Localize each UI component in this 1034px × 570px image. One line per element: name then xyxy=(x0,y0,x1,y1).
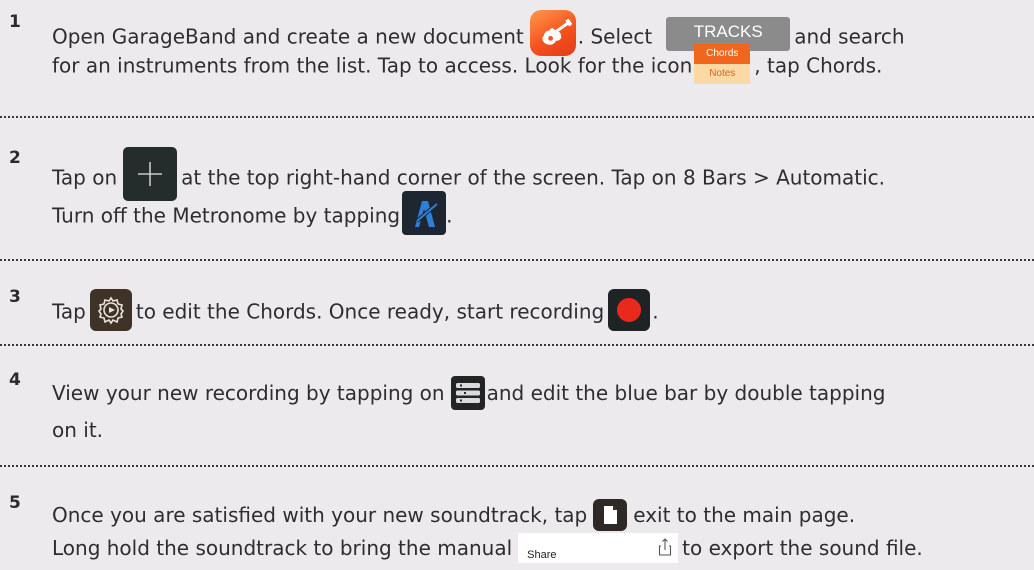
step-text: . xyxy=(652,299,659,324)
step-text: exit to the main page. xyxy=(633,503,856,527)
step-text: Long hold the soundtrack to bring the ma… xyxy=(52,536,513,560)
plus-icon[interactable] xyxy=(123,147,178,201)
step-text: View your new recording by tapping on xyxy=(52,381,445,405)
metronome-icon[interactable] xyxy=(402,191,447,235)
share-label: Share xyxy=(527,548,557,561)
divider xyxy=(0,465,1034,467)
step-text: . xyxy=(446,203,453,228)
step-5-line-1: Once you are satisfied with your new sou… xyxy=(52,498,856,531)
step-4-line-2: on it. xyxy=(52,415,103,445)
step-text: Turn off the Metronome by tapping xyxy=(52,203,401,228)
divider xyxy=(0,344,1034,346)
gear-icon[interactable] xyxy=(89,289,132,331)
share-icon xyxy=(659,537,672,556)
step-number: 3 xyxy=(9,287,21,307)
notes-segment[interactable]: Notes xyxy=(694,64,751,84)
step-text: and edit the blue bar by double tapping xyxy=(486,381,886,405)
share-menu-item[interactable]: Share xyxy=(518,532,679,563)
divider xyxy=(0,259,1034,261)
step-text: Open GarageBand and create a new documen… xyxy=(52,24,524,49)
step-text: at the top right-hand corner of the scre… xyxy=(181,165,886,190)
step-text: for an instruments from the list. Tap to… xyxy=(52,53,693,78)
step-text: on it. xyxy=(52,418,104,442)
step-number: 2 xyxy=(9,148,21,168)
record-icon[interactable] xyxy=(608,289,651,331)
step-text: and search xyxy=(794,24,905,49)
step-3-line-1: Tap to edit the Chords. Once ready, star… xyxy=(52,289,659,331)
step-text: . Select xyxy=(577,24,653,49)
chords-segment[interactable]: Chords xyxy=(694,44,751,64)
document-icon[interactable] xyxy=(593,498,628,531)
step-text: to edit the Chords. Once ready, start re… xyxy=(135,299,605,324)
divider xyxy=(0,116,1034,118)
step-1-line-2: for an instruments from the list. Tap to… xyxy=(52,44,883,84)
step-number: 5 xyxy=(9,493,21,513)
step-text: Once you are satisfied with your new sou… xyxy=(52,503,588,527)
step-4-line-1: View your new recording by tapping on an… xyxy=(52,375,886,410)
step-number: 1 xyxy=(9,12,21,32)
step-2-line-2: Turn off the Metronome by tapping . xyxy=(52,191,453,235)
step-2-line-1: Tap on at the top right-hand corner of t… xyxy=(52,147,886,201)
step-number: 4 xyxy=(9,370,21,390)
step-5-line-2: Long hold the soundtrack to bring the ma… xyxy=(52,532,923,563)
tracks-view-icon[interactable] xyxy=(450,375,485,410)
step-text: to export the sound file. xyxy=(682,536,923,560)
step-text: , tap Chords. xyxy=(754,53,883,78)
step-text: Tap xyxy=(52,299,86,324)
chords-notes-toggle[interactable]: Chords Notes xyxy=(694,44,751,84)
step-text: Tap on xyxy=(52,165,118,190)
